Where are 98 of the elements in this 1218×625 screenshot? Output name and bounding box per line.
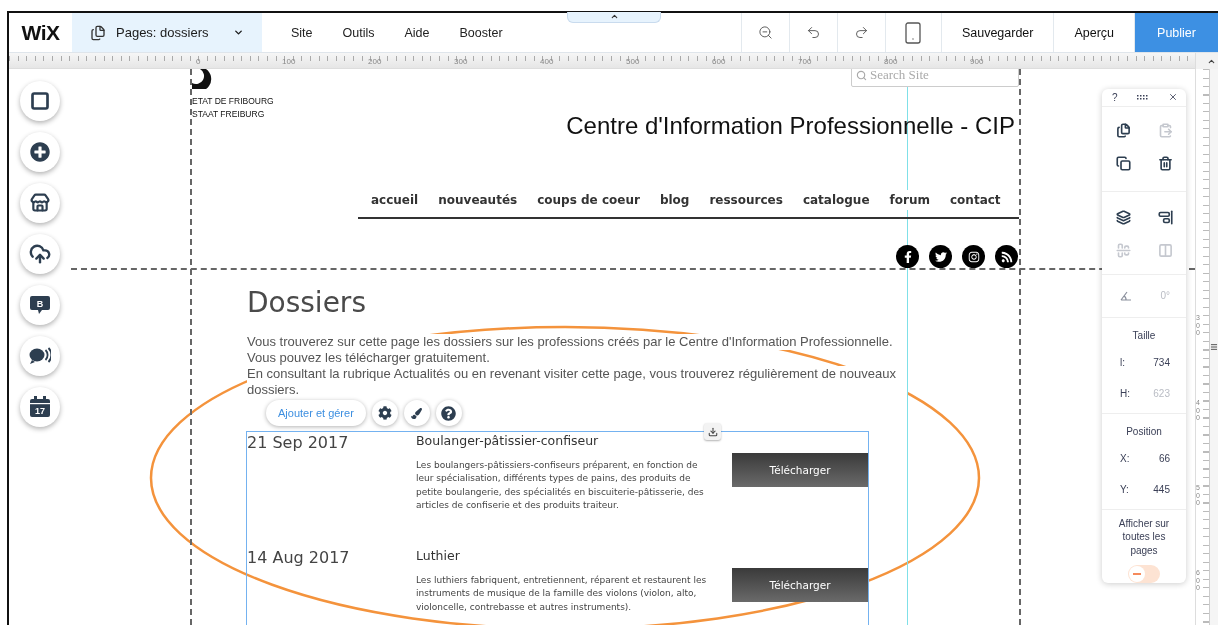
menu-item[interactable]: Aide [389,25,445,40]
ruler-label: 100 [282,57,296,66]
cloud-upload-icon [29,243,51,265]
intro-paragraph: Vous trouverez sur cette page les dossiers sur les professions créés par le Centre d'Information Professionnelle. [247,334,893,350]
field-label: H: [1120,387,1130,399]
download-button[interactable]: Télécharger [732,453,868,487]
delete-icon [1157,155,1173,171]
calendar-icon: 17 [29,396,51,418]
chevron-up-icon [609,12,619,21]
field-label: Y: [1120,483,1129,495]
ruler-label: 900 [970,57,984,66]
ruler-label: 0 [196,57,201,66]
zoom-out-icon [757,25,773,40]
align-right-icon [1157,209,1173,225]
columns-icon [1157,242,1173,258]
paste-icon [1157,122,1173,138]
upload-button[interactable] [20,234,60,274]
align-center-icon [1115,242,1131,258]
caret-icon [233,27,244,38]
undo-icon [805,25,821,40]
logo-text: ETAT DE FRIBOURG [192,95,274,108]
close-icon[interactable] [1168,92,1178,103]
help-link[interactable]: ? [1112,91,1118,103]
value-field[interactable]: 66 [1158,452,1170,464]
menu-item[interactable]: Booster [444,25,518,40]
dossier-date: 14 Aug 2017 [247,548,351,569]
menu-item[interactable]: Outils [327,25,390,40]
dossier-description: Les luthiers fabriquent, entretiennent, réparent et restaurent les instruments de musique de la famille des violons (violon, alto, violoncelle, contrebasse et autres instruments). [416,574,708,614]
layers-button[interactable] [1113,207,1133,227]
settings-icon [377,406,392,420]
ruler-label: 800 [884,57,898,66]
value-field[interactable]: 734 [1153,356,1170,368]
dossier-title: Boulanger-pâtissier-confiseur [416,433,600,448]
facebook-button[interactable] [896,245,919,268]
ruler-label: 500 [626,57,640,66]
menu-item[interactable]: Site [276,25,328,40]
pages-dropdown[interactable]: Pages: dossiers [72,13,262,52]
rotation-value: 0° [1160,290,1170,301]
instagram-icon [967,250,980,263]
store-icon [30,193,50,213]
wix-logo: WiX [20,19,61,46]
ruler-label: 700 [798,57,812,66]
events-button[interactable]: 17 [20,387,60,427]
ruler-label: 400 [540,57,554,66]
logo-text: STAAT FREIBURG [192,108,266,121]
dossier-title: Luthier [416,548,461,563]
download-icon [707,426,718,437]
add-icon [30,142,50,162]
twitter-icon [934,250,947,263]
value-field[interactable]: 445 [1153,483,1170,495]
store-button[interactable] [20,183,60,223]
section-heading: Position [1125,425,1163,437]
copy-icon [1115,155,1131,171]
chat-button[interactable] [20,336,60,376]
rss-button[interactable] [995,245,1018,268]
brush-icon [411,407,423,419]
page-heading: Dossiers [247,286,367,320]
speech-bubble-icon [29,346,51,366]
pages-icon [90,24,106,41]
crest-drawing [192,69,214,89]
copy-button[interactable] [1113,153,1133,173]
blog-button[interactable]: B [20,285,60,325]
show-on-all-pages-toggle[interactable] [1128,565,1160,583]
toggle-label: Afficher sur toutes les pages [1117,516,1171,557]
site-title: Centre d'Information Professionnelle - CIP [566,111,1015,141]
dossier-date: 21 Sep 2017 [247,433,350,454]
instagram-button[interactable] [962,245,985,268]
design-button[interactable] [403,400,430,426]
search-icon [856,69,867,81]
twitter-button[interactable] [929,245,952,268]
square-icon [30,91,50,111]
section-heading: Taille [1131,329,1157,341]
ruler-label: 300 [454,57,468,66]
redo-icon [853,25,869,40]
download-button[interactable]: Télécharger [732,568,868,602]
field-label: l: [1120,356,1125,368]
background-button[interactable] [20,81,60,121]
dossier-description: Les boulangers-pâtissiers-confiseurs préparent, en fonction de leur spécialisation, différents types de pains, des produits de petite boulangerie, des spécialités en biscuiterie-pâtisserie, des articles de confiserie et des produits traiteur. [416,459,705,512]
layers-icon [1115,209,1131,225]
help-button[interactable] [435,400,462,426]
settings-button[interactable] [371,400,398,426]
add-and-manage-button[interactable]: Ajouter et gérer [266,400,366,426]
help-icon [441,405,457,421]
intro-paragraph: Vous pouvez les télécharger gratuitement. [247,350,490,366]
ruler-label: 200 [368,57,382,66]
nav-link[interactable]: forum [889,190,930,210]
field-label: X: [1120,452,1130,464]
minus-icon [1133,573,1141,575]
speech-bubble-icon: B [29,294,51,316]
scroll-handle-icon[interactable] [1210,343,1218,351]
download-tab[interactable] [704,423,721,440]
drag-handle-icon[interactable] [1136,94,1149,100]
add-button[interactable] [20,132,60,172]
rss-icon [1000,250,1013,263]
ruler-label: 600 [712,57,726,66]
duplicate-icon [1115,122,1131,138]
intro-paragraph: En consultant la rubrique Actualités ou en revenant visiter cette page, vous trouverez régulièrement de nouveaux dossiers. [247,366,907,398]
angle-icon [1120,290,1132,301]
